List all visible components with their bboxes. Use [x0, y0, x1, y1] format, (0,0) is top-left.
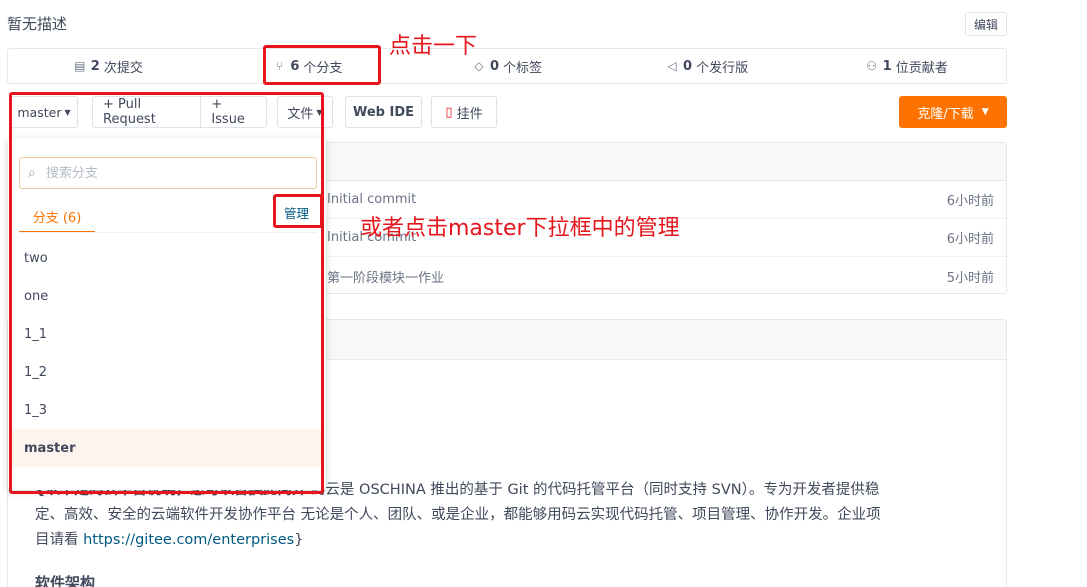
stat-count: 2 [90, 58, 100, 74]
stat-commits[interactable]: ▤ 2 次提交 [8, 57, 208, 76]
clone-download-label: 克隆/下载 [917, 106, 974, 122]
stat-count: 1 [882, 58, 892, 74]
repo-description: 暂无描述 [7, 15, 68, 33]
commit-time: 6小时前 [946, 194, 994, 209]
widget-button[interactable]: ▯ 挂件 [431, 96, 497, 128]
readme-text-1: 码云是 OSCHINA 推出的基于 Git 的代码托管平台（同时支持 SVN）。… [306, 482, 880, 498]
stat-label: 个标签 [503, 60, 543, 76]
annotation-highlight-manage [273, 194, 323, 228]
stat-label: 次提交 [103, 60, 143, 76]
contributor-icon: ⚇ [866, 59, 878, 73]
stat-count: 0 [489, 58, 499, 74]
enterprises-link[interactable]: https://gitee.com/enterprises [83, 532, 294, 548]
stat-contributors[interactable]: ⚇ 1 位贡献者 [806, 57, 1006, 76]
annotation-or-click-manage: 或者点击master下拉框中的管理 [360, 216, 680, 241]
stat-label: 位贡献者 [895, 60, 948, 76]
readme-text-3: 目请看 [35, 532, 84, 548]
readme-line: 目请看 https://gitee.com/enterprises} [35, 528, 985, 553]
release-icon: ◁ [667, 59, 677, 73]
repo-stats-bar: ▤ 2 次提交 ⑂ 6 个分支 ◇ 0 个标签 ◁ 0 个发行版 ⚇ 1 位贡献… [7, 48, 1007, 84]
stat-count: 0 [683, 58, 693, 74]
readme-text-2: 定、高效、安全的云端软件开发协作平台 无论是个人、团队、或是企业，都能够用码云实… [35, 507, 881, 523]
readme-text-3-end: } [294, 532, 304, 548]
clone-download-button[interactable]: 克隆/下载 ▼ [899, 96, 1007, 128]
annotation-click-once: 点击一下 [389, 34, 478, 59]
commit-list-header [319, 143, 1006, 181]
commit-icon: ▤ [74, 59, 86, 73]
section-heading-architecture: 软件架构 [35, 574, 96, 587]
commit-time: 5小时前 [946, 270, 994, 286]
commit-time: 6小时前 [946, 232, 994, 247]
commit-row[interactable]: 第一阶段模块一作业 5小时前 [319, 257, 1006, 295]
tag-icon: ◇ [474, 59, 484, 73]
annotation-highlight-dropdown [9, 92, 324, 494]
caret-down-icon: ▼ [981, 107, 989, 117]
stat-releases[interactable]: ◁ 0 个发行版 [607, 57, 807, 76]
edit-button[interactable]: 编辑 [965, 12, 1007, 36]
commit-message[interactable]: Initial commit [327, 192, 416, 207]
widget-label: 挂件 [456, 106, 483, 122]
stat-label: 个发行版 [696, 60, 749, 76]
annotation-highlight-branches [263, 45, 381, 85]
web-ide-button[interactable]: Web IDE [345, 96, 422, 128]
bookmark-icon: ▯ [445, 104, 453, 120]
commit-message[interactable]: 第一阶段模块一作业 [327, 267, 444, 286]
